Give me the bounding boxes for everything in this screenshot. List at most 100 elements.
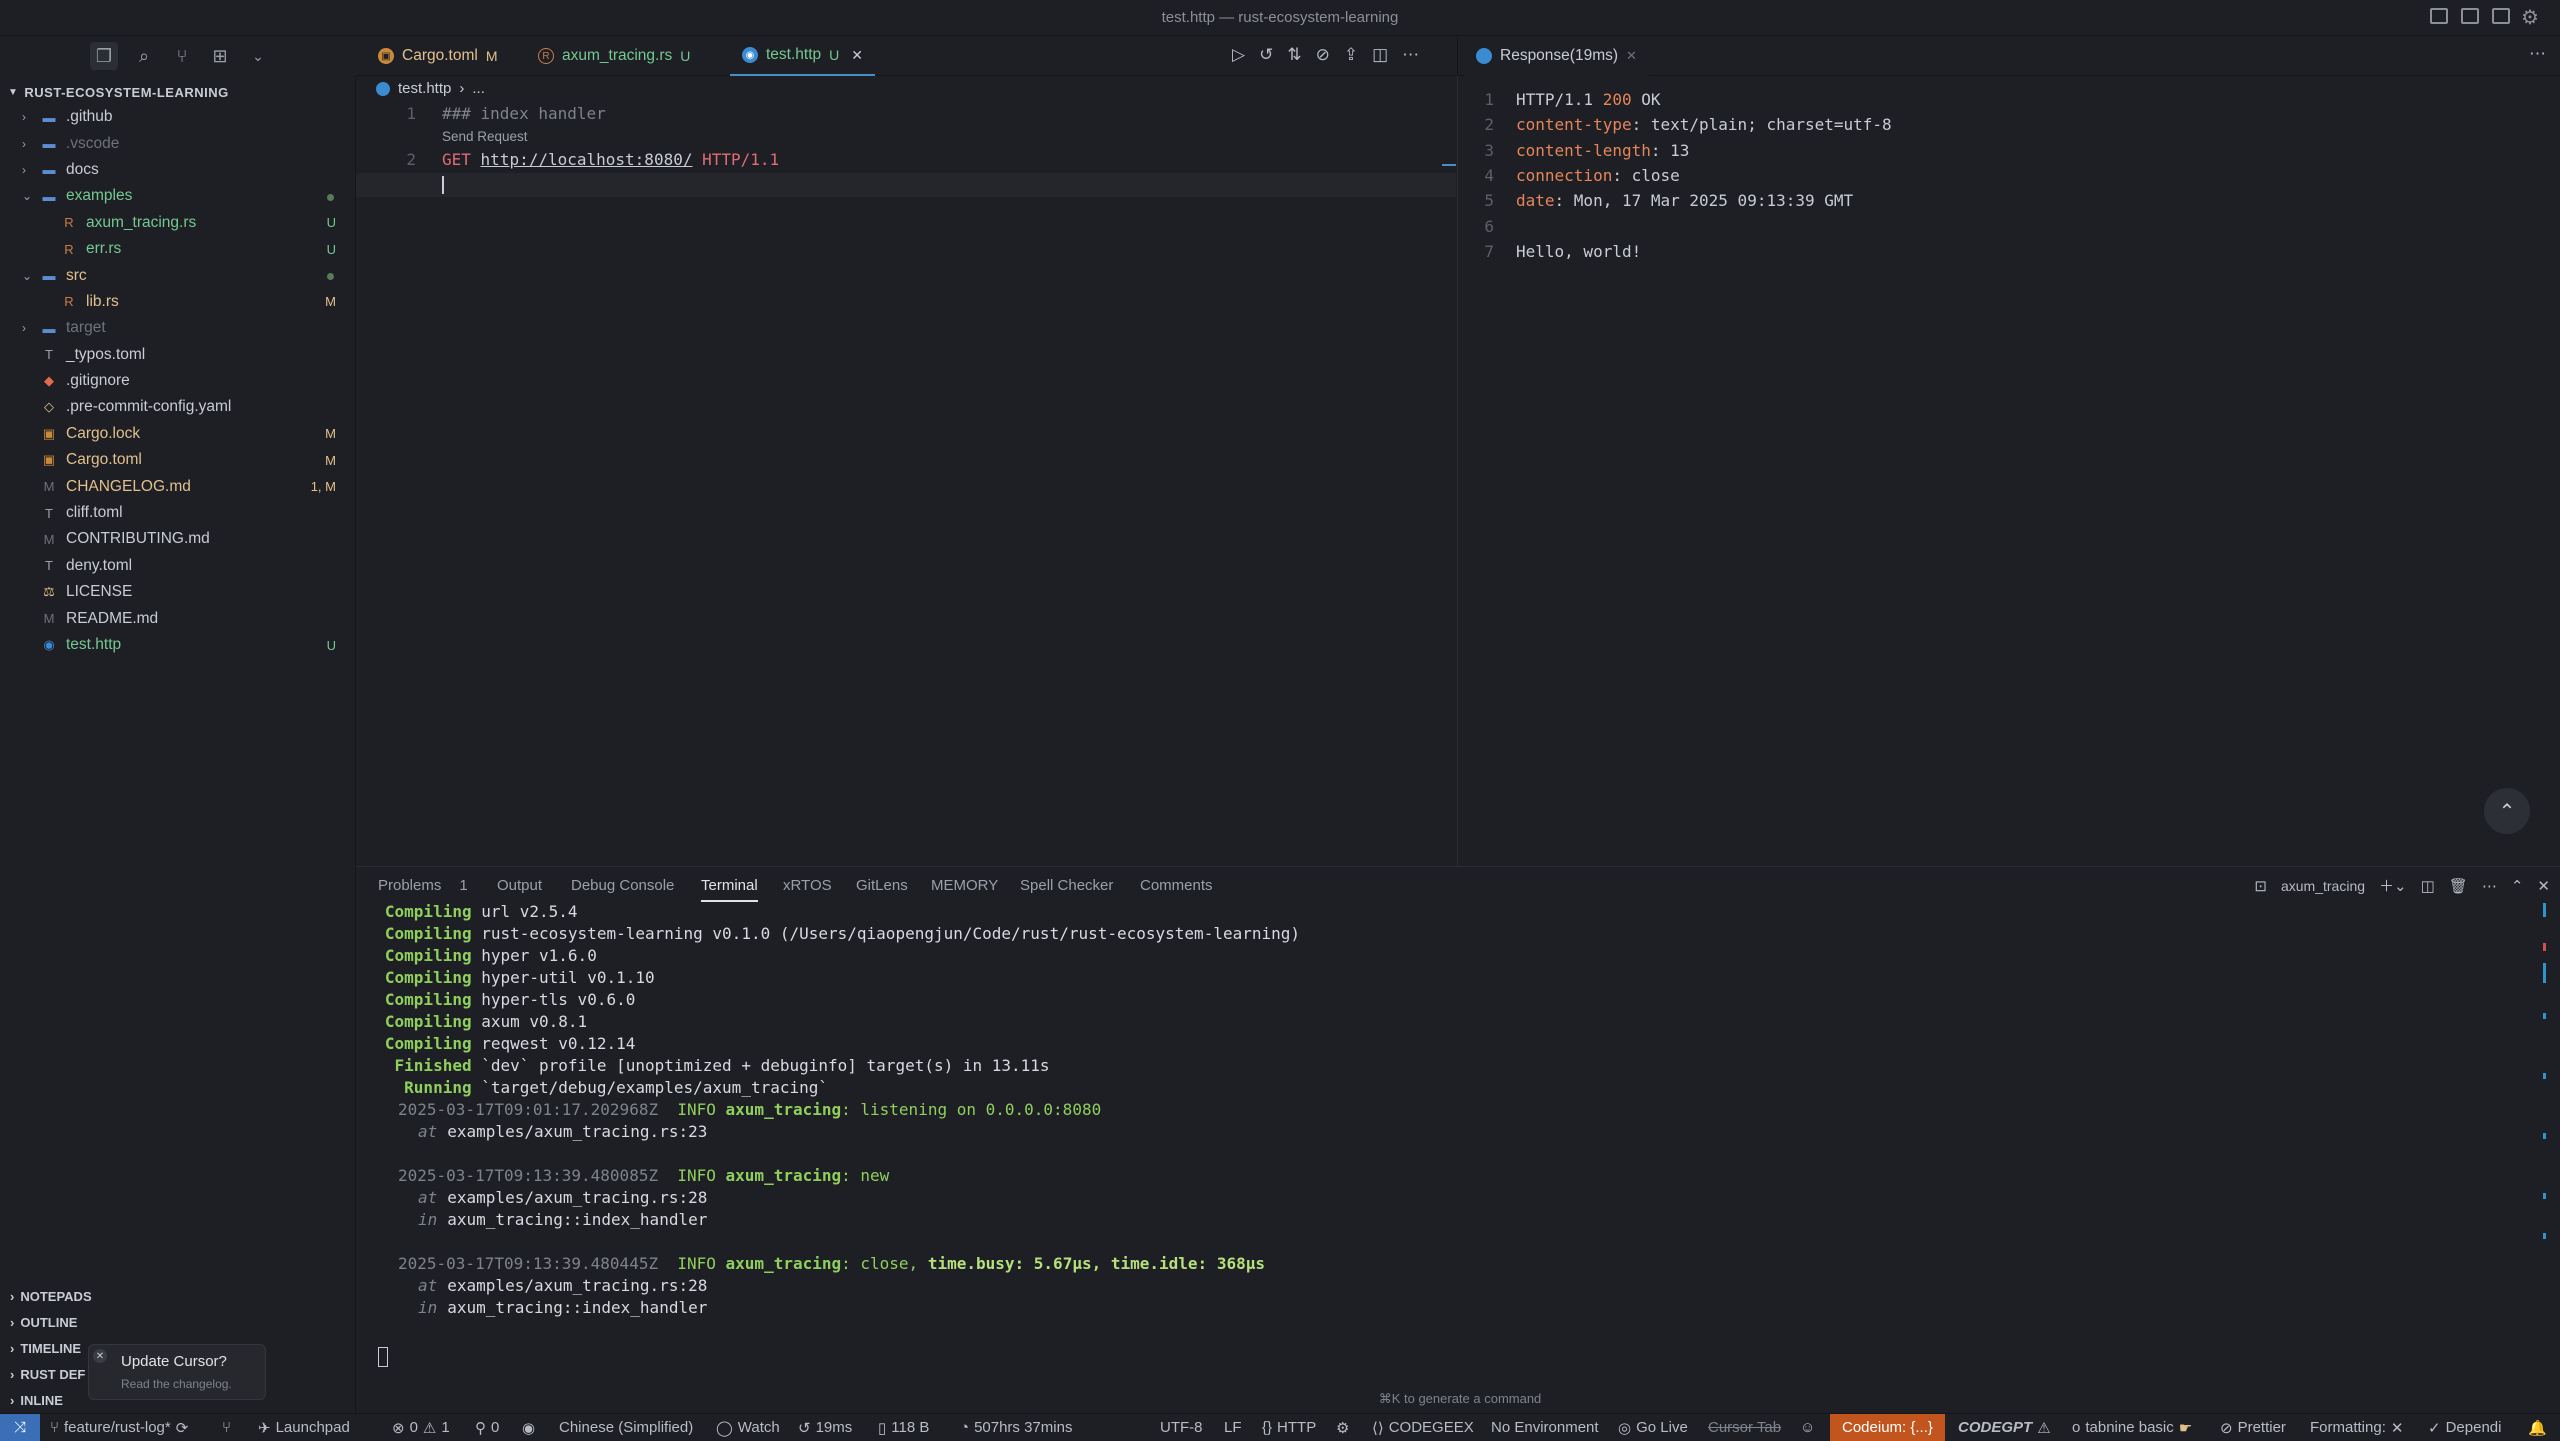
- toggle-sidebar-icon[interactable]: [2430, 8, 2448, 24]
- language-status[interactable]: Chinese (Simplified): [559, 1414, 693, 1441]
- request-url[interactable]: http://localhost:8080/: [481, 150, 693, 169]
- breadcrumb-file[interactable]: test.http: [398, 80, 451, 97]
- eol-status[interactable]: LF: [1224, 1414, 1242, 1441]
- tree-item[interactable]: ◇ .pre-commit-config.yaml: [0, 394, 356, 420]
- response-viewer[interactable]: 1 HTTP/1.1 200 OK 2 content-type: text/plai…: [1457, 76, 2560, 866]
- tab-axum-tracing-rs[interactable]: Raxum_tracing.rs U: [526, 36, 702, 76]
- formatting-status[interactable]: Formatting: ✕: [2310, 1414, 2403, 1441]
- tree-item[interactable]: M README.md: [0, 605, 356, 631]
- tree-item[interactable]: ⚖ LICENSE: [0, 579, 356, 605]
- tree-item[interactable]: ▣ Cargo.lock M: [0, 421, 356, 447]
- panel-tab[interactable]: Debug Console: [571, 877, 674, 894]
- panel-tab[interactable]: Problems 1: [378, 877, 468, 894]
- section-outline[interactable]: › OUTLINE: [0, 1309, 356, 1335]
- tab-cargo-toml[interactable]: ▣ Cargo.toml M: [366, 36, 509, 76]
- update-notification[interactable]: ✕ Update Cursor? Read the changelog.: [88, 1344, 266, 1400]
- tree-item[interactable]: › ▬ target: [0, 315, 356, 341]
- panel-tab[interactable]: MEMORY: [931, 877, 998, 894]
- close-tab-icon[interactable]: ✕: [1626, 48, 1637, 64]
- scroll-to-top-chevron-up-icon[interactable]: ⌃: [2484, 788, 2530, 834]
- notifications-bell-icon[interactable]: 🔔: [2528, 1414, 2547, 1441]
- launchpad-status[interactable]: ✈ Launchpad: [258, 1414, 350, 1441]
- copilot-icon[interactable]: ⚙: [1336, 1414, 1349, 1441]
- cursor-tab-status[interactable]: Cursor Tab: [1708, 1414, 1781, 1441]
- compare-icon[interactable]: ⇅: [1287, 45, 1301, 65]
- tree-item[interactable]: › ▬ .github: [0, 104, 356, 130]
- kill-terminal-trash-icon[interactable]: 🗑: [2449, 877, 2468, 895]
- more-actions-icon[interactable]: ⋯: [2529, 44, 2546, 64]
- close-tab-icon[interactable]: ✕: [851, 47, 863, 64]
- tree-item[interactable]: ▣ Cargo.toml M: [0, 447, 356, 473]
- git-graph-icon[interactable]: ⑂: [222, 1414, 231, 1441]
- history-icon[interactable]: ↺: [1259, 45, 1273, 65]
- add-terminal-icon[interactable]: ＋⌄: [2379, 875, 2407, 896]
- watch-status[interactable]: ◯ Watch: [716, 1414, 780, 1441]
- extensions-icon[interactable]: ⊞: [206, 42, 234, 70]
- source-control-icon[interactable]: ⑂: [168, 42, 196, 70]
- tabnine-status[interactable]: o tabnine basic ☛: [2072, 1414, 2192, 1441]
- prettier-status[interactable]: ⊘ Prettier: [2220, 1414, 2286, 1441]
- response-time-status[interactable]: ↺ 19ms: [798, 1414, 852, 1441]
- tree-item[interactable]: › ▬ .vscode: [0, 130, 356, 156]
- maximize-panel-chevron-up-icon[interactable]: ⌃: [2511, 877, 2524, 895]
- toast-subtitle[interactable]: Read the changelog.: [121, 1377, 232, 1391]
- tab-test-http[interactable]: ◉ test.http U ✕: [730, 36, 876, 76]
- hide-icon[interactable]: ⊘: [1316, 45, 1330, 65]
- settings-gear-icon[interactable]: ⚙: [2521, 5, 2539, 30]
- split-editor-icon[interactable]: ◫: [1372, 45, 1388, 65]
- explorer-root[interactable]: ▼ RUST-ECOSYSTEM-LEARNING: [8, 80, 229, 104]
- more-actions-icon[interactable]: ⋯: [2482, 877, 2497, 895]
- dependi-status[interactable]: ✓ Dependi: [2428, 1414, 2501, 1441]
- tree-item[interactable]: ⌄ ▬ src: [0, 262, 356, 288]
- ports-status[interactable]: ⚲ 0: [475, 1414, 499, 1441]
- codegeex-status[interactable]: ⟨⟩ CODEGEEX: [1372, 1414, 1474, 1441]
- panel-tab[interactable]: Output: [497, 877, 542, 894]
- tree-item[interactable]: M CHANGELOG.md 1, M: [0, 473, 356, 499]
- tree-item[interactable]: Tcliff.toml: [0, 500, 356, 526]
- explorer-icon[interactable]: ❐: [90, 42, 118, 70]
- language-mode-status[interactable]: {} HTTP: [1262, 1414, 1316, 1441]
- tree-item[interactable]: Rlib.rs M: [0, 289, 356, 315]
- response-size-status[interactable]: ▯ 118 B: [878, 1414, 929, 1441]
- codegpt-status[interactable]: CODEGPT ⚠: [1958, 1414, 2051, 1441]
- editor-area[interactable]: test.http › ... 1 2 3 ### index handler …: [356, 76, 1456, 866]
- share-icon[interactable]: ⇪: [1344, 45, 1358, 65]
- terminal-name[interactable]: axum_tracing: [2281, 878, 2365, 894]
- close-panel-icon[interactable]: ✕: [2537, 877, 2550, 895]
- split-terminal-icon[interactable]: ◫: [2421, 877, 2435, 895]
- panel-tab[interactable]: Terminal: [701, 877, 758, 902]
- branch-status[interactable]: ⑂ feature/rust-log* ⟳: [50, 1414, 188, 1441]
- tree-item[interactable]: ◉ test.http U: [0, 632, 356, 658]
- tree-item[interactable]: › ▬ docs: [0, 157, 356, 183]
- tree-item[interactable]: T _typos.toml: [0, 342, 356, 368]
- close-icon[interactable]: ✕: [93, 1349, 107, 1363]
- more-views-chevron-icon[interactable]: ⌄: [244, 42, 272, 70]
- remote-icon[interactable]: ⤨: [0, 1414, 40, 1441]
- tree-item[interactable]: M CONTRIBUTING.md: [0, 526, 356, 552]
- encoding-status[interactable]: UTF-8: [1160, 1414, 1203, 1441]
- tree-item[interactable]: ◆ .gitignore: [0, 368, 356, 394]
- send-request-codelens[interactable]: Send Request: [442, 129, 528, 144]
- uptime-status[interactable]: ◔ 507hrs 37mins: [960, 1414, 1072, 1441]
- tree-item[interactable]: ⌄ ▬ examples: [0, 183, 356, 209]
- go-live-status[interactable]: ◎ Go Live: [1618, 1414, 1688, 1441]
- tree-item[interactable]: Raxum_tracing.rs U: [0, 210, 356, 236]
- tab-response[interactable]: Response(19ms) ✕: [1464, 36, 1649, 76]
- panel-tab[interactable]: xRTOS: [783, 877, 832, 894]
- section-notepads[interactable]: › NOTEPADS: [0, 1283, 356, 1309]
- environment-status[interactable]: No Environment: [1491, 1414, 1599, 1441]
- toggle-panel-icon[interactable]: [2461, 8, 2479, 24]
- tree-item[interactable]: Tdeny.toml: [0, 553, 356, 579]
- toggle-secondary-sidebar-icon[interactable]: [2492, 8, 2510, 24]
- tree-item[interactable]: Rerr.rs U: [0, 236, 356, 262]
- breadcrumb-rest[interactable]: ...: [472, 80, 485, 97]
- codeium-status[interactable]: Codeium: {...}: [1830, 1414, 1945, 1441]
- broadcast-icon[interactable]: ◉: [522, 1414, 535, 1441]
- run-icon[interactable]: ▷: [1232, 45, 1245, 65]
- more-actions-icon[interactable]: ⋯: [1402, 45, 1419, 65]
- account-icon[interactable]: ☺: [1800, 1414, 1815, 1441]
- search-icon[interactable]: ⌕: [130, 42, 158, 70]
- panel-tab[interactable]: GitLens: [856, 877, 908, 894]
- panel-tab[interactable]: Spell Checker: [1020, 877, 1113, 894]
- panel-tab[interactable]: Comments: [1140, 877, 1213, 894]
